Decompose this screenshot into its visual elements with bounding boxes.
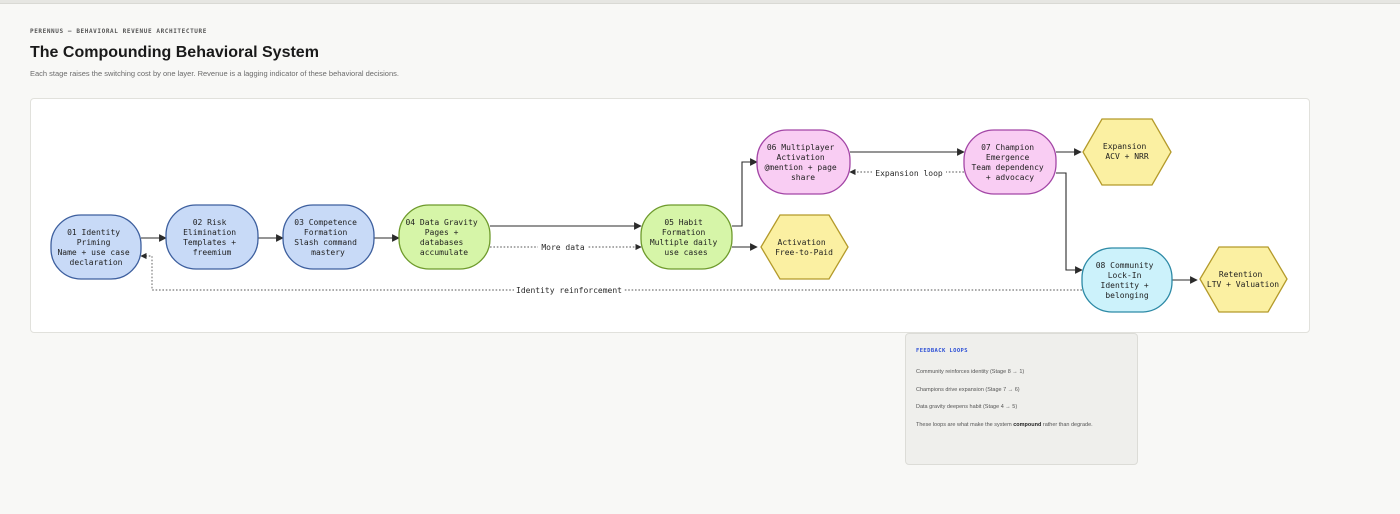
feedback-loop-item: Champions drive expansion (Stage 7 → 6)	[916, 386, 1020, 393]
node-06-multiplayer-activation[interactable]	[756, 129, 851, 195]
node-07-champion-emergence[interactable]	[963, 129, 1057, 195]
label-identity-reinforcement: Identity reinforcement	[516, 286, 622, 295]
node-01-identity-priming[interactable]	[50, 214, 142, 280]
node-05-habit-formation[interactable]	[640, 204, 733, 270]
node-02-risk-elimination[interactable]	[165, 204, 259, 270]
feedback-loops-heading: FEEDBACK LOOPS	[916, 348, 968, 354]
system-flow-diagram: More data Expansion loop Identity reinfo…	[50, 118, 1288, 313]
node-08-community-lock-in[interactable]	[1081, 247, 1173, 313]
label-more-data: More data	[541, 243, 585, 252]
node-03-competence-formation[interactable]	[282, 204, 375, 270]
feedback-loop-item: Community reinforces identity (Stage 8 →…	[916, 369, 1025, 375]
note-text-start: These loops are what make the system	[916, 421, 1014, 428]
outcome-expansion-label: Expansion ACV + NRR	[1103, 142, 1151, 161]
outcome-activation[interactable]	[760, 214, 849, 280]
outcome-activation-label: Activation Free-to-Paid	[775, 238, 833, 257]
feedback-loop-item: Data gravity deepens habit (Stage 4 → 5)	[916, 404, 1018, 410]
label-expansion-loop: Expansion loop	[875, 169, 943, 178]
node-04-data-gravity[interactable]	[398, 204, 491, 270]
feedback-edges	[140, 168, 1082, 291]
edge-5-6	[732, 158, 758, 227]
note-text-end: rather than degrade.	[1041, 421, 1093, 428]
feedback-loops-panel: FEEDBACK LOOPS Community reinforces iden…	[905, 333, 1138, 465]
feedback-loops-list: Community reinforces identity (Stage 8 →…	[916, 369, 1127, 410]
edge-7-8	[1056, 172, 1083, 274]
note-emphasis: compound	[1013, 421, 1042, 428]
feedback-loops-note: These loops are what make the system com…	[916, 422, 1127, 428]
